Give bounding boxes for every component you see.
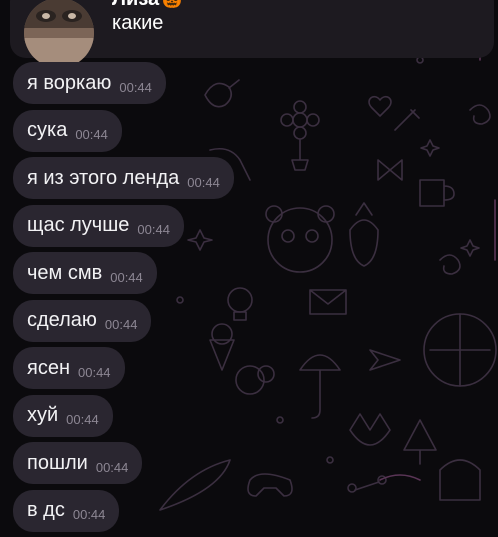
pineapple-doodle-icon [349,219,379,267]
message-text: я воркаю [27,71,112,94]
message-time: 00:44 [75,127,108,142]
heart-doodle-icon [368,95,392,117]
message-text: сделаю [27,309,97,331]
message-time: 00:44 [137,222,170,237]
message-time: 00:44 [110,269,143,285]
message-bubble[interactable]: ясен 00:44 [13,347,125,389]
message-time: 00:44 [119,79,152,95]
message-bubble[interactable]: чем смв 00:44 [13,252,157,294]
message-text: пошли [27,451,88,474]
flower-doodle-icon [292,112,308,128]
reply-preview-card[interactable]: Лиза 🎃 какие [10,0,494,68]
message-text: чем смв [27,261,103,284]
message-bubble[interactable]: в дс 00:44 [13,489,120,532]
reply-sender-name: Лиза [112,0,159,11]
fox-doodle-icon [349,413,391,446]
message-list: я воркаю 00:44 сука 00:44 я из этого ленда… [13,62,234,537]
message-bubble[interactable]: я из этого ленда 00:44 [13,157,234,199]
message-text: ясен [27,356,70,379]
gamepad-doodle-icon [247,473,293,497]
message-text: щас лучше [27,214,130,236]
message-text: хуй [27,404,59,426]
panda-doodle-icon [267,207,333,273]
message-time: 00:44 [78,364,111,380]
envelope-doodle-icon [309,289,347,315]
message-bubble[interactable]: сука 00:44 [13,109,122,152]
message-bubble[interactable]: хуй 00:44 [13,394,113,437]
message-text: я из этого ленда [27,166,180,189]
message-bubble[interactable]: пошли 00:44 [13,442,143,484]
reply-message-text: какие [112,12,164,34]
message-time: 00:44 [187,174,220,190]
message-bubble[interactable]: сделаю 00:44 [13,299,152,342]
avatar-photo-icon [24,0,94,68]
message-bubble[interactable]: я воркаю 00:44 [13,62,166,104]
message-time: 00:44 [95,459,129,475]
message-time: 00:44 [104,317,138,332]
avatar [24,0,94,68]
umbrella-doodle-icon [299,354,341,419]
pumpkin-emoji-icon: 🎃 [162,0,182,9]
message-text: в дс [27,499,65,521]
message-bubble[interactable]: щас лучше 00:44 [13,204,184,247]
message-text: сука [27,119,68,141]
message-time: 00:44 [66,412,99,427]
mug-doodle-icon [419,179,455,207]
